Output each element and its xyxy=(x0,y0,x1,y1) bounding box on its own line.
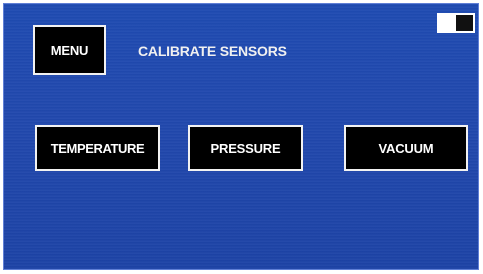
status-indicator-light-half xyxy=(439,15,456,31)
vacuum-button[interactable]: VACUUM xyxy=(344,125,468,171)
status-toggle-icon xyxy=(437,13,475,33)
calibrate-sensors-screen: MENU CALIBRATE SENSORS TEMPERATURE PRESS… xyxy=(3,3,479,270)
status-indicator-dark-half xyxy=(456,15,473,31)
menu-button[interactable]: MENU xyxy=(33,25,106,75)
temperature-button[interactable]: TEMPERATURE xyxy=(35,125,160,171)
pressure-button[interactable]: PRESSURE xyxy=(188,125,303,171)
page-title: CALIBRATE SENSORS xyxy=(138,43,287,59)
